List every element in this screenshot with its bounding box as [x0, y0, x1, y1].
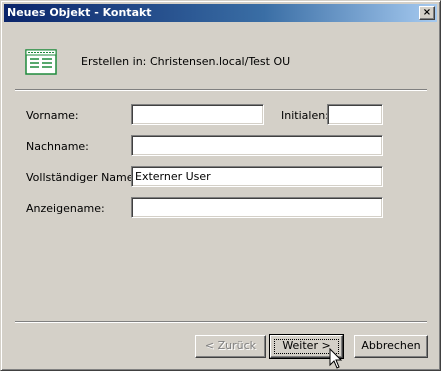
contact-card-icon: [25, 49, 57, 75]
full-name-input[interactable]: [131, 166, 383, 187]
display-name-label: Anzeigename:: [26, 202, 105, 215]
close-button[interactable]: ×: [419, 6, 435, 20]
back-button[interactable]: < Zurück: [195, 335, 266, 358]
new-contact-dialog: Neues Objekt - Kontakt × Erstellen in: C…: [0, 0, 441, 371]
first-name-input[interactable]: [131, 104, 264, 125]
last-name-input[interactable]: [131, 135, 383, 156]
title-bar[interactable]: Neues Objekt - Kontakt ×: [4, 4, 437, 22]
display-name-input[interactable]: [131, 197, 383, 218]
created-in-label: Erstellen in:: [81, 55, 147, 68]
created-in-path: Christensen.local/Test OU: [150, 55, 291, 68]
footer-separator: [15, 321, 427, 323]
close-icon: ×: [422, 7, 432, 18]
initials-label: Initialen:: [281, 109, 329, 122]
initials-input[interactable]: [327, 104, 383, 125]
window-title: Neues Objekt - Kontakt: [7, 6, 152, 19]
full-name-label: Vollständiger Name:: [26, 171, 138, 184]
header-separator: [15, 89, 427, 91]
cancel-button[interactable]: Abbrechen: [354, 335, 428, 358]
next-button[interactable]: Weiter >: [269, 334, 344, 359]
first-name-label: Vorname:: [26, 109, 79, 122]
next-button-label: Weiter >: [282, 339, 331, 352]
last-name-label: Nachname:: [26, 140, 89, 153]
